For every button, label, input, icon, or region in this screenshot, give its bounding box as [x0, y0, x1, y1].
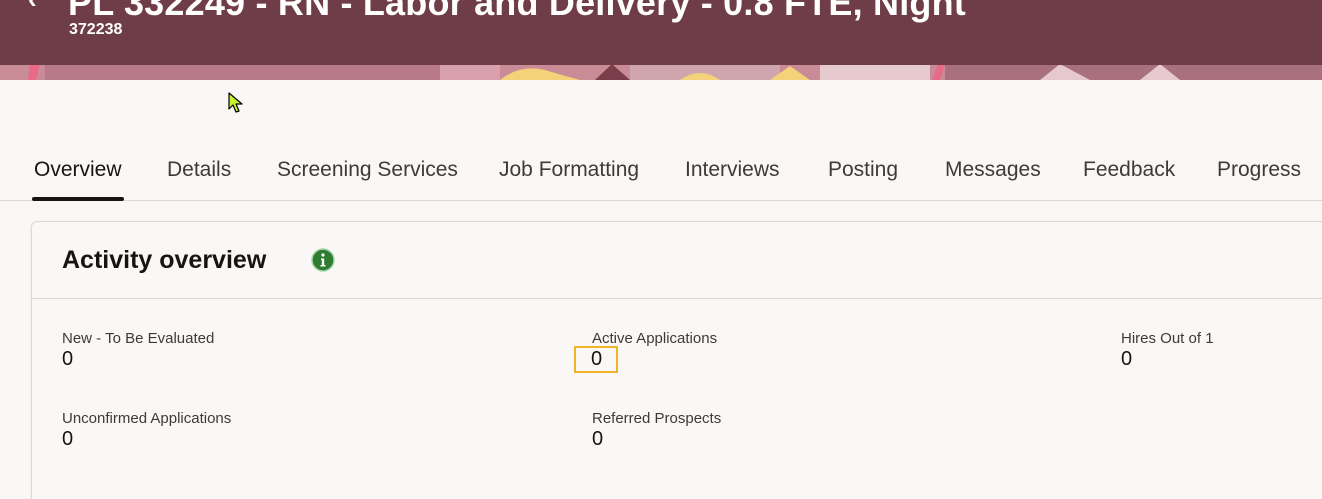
metric-unconfirmed-applications: Unconfirmed Applications 0: [62, 410, 231, 451]
mouse-cursor-icon: [228, 92, 243, 113]
metric-label: Hires Out of 1: [1121, 330, 1214, 347]
metric-hires-out-of: Hires Out of 1 0: [1121, 330, 1214, 371]
tab-details[interactable]: Details: [167, 158, 231, 182]
arrow-left-icon[interactable]: ‹: [28, 0, 37, 15]
tab-progress[interactable]: Progress: [1217, 158, 1301, 182]
tab-job-formatting[interactable]: Job Formatting: [499, 158, 639, 182]
tab-bar: Overview Details Screening Services Job …: [0, 146, 1322, 201]
job-title: PL 332249 - RN - Labor and Delivery - 0.…: [68, 0, 966, 23]
tab-overview[interactable]: Overview: [34, 158, 122, 182]
metric-label: Active Applications: [592, 330, 718, 347]
tab-interviews[interactable]: Interviews: [685, 158, 780, 182]
card-title: Activity overview: [62, 246, 267, 274]
card-header: Activity overview: [32, 222, 1322, 299]
metric-new-to-be-evaluated: New - To Be Evaluated 0: [62, 330, 214, 371]
tab-screening-services[interactable]: Screening Services: [277, 158, 458, 182]
tab-messages[interactable]: Messages: [945, 158, 1041, 182]
metric-label: New - To Be Evaluated: [62, 330, 215, 347]
metric-label: Unconfirmed Applications: [62, 410, 232, 427]
active-tab-indicator: [32, 197, 124, 201]
metric-value[interactable]: 0: [1121, 348, 1214, 371]
metric-referred-prospects: Referred Prospects 0: [592, 410, 721, 451]
tab-feedback[interactable]: Feedback: [1083, 158, 1175, 182]
info-icon[interactable]: [311, 248, 335, 272]
metric-active-applications: Active Applications 0: [573, 330, 718, 373]
metric-value[interactable]: 0: [62, 348, 214, 371]
page-header: ‹ PL 332249 - RN - Labor and Delivery - …: [0, 0, 1322, 80]
metric-value[interactable]: 0: [592, 428, 721, 451]
activity-overview-card: Activity overview New - To Be Evaluated …: [31, 221, 1322, 499]
metric-label: Referred Prospects: [592, 410, 722, 427]
job-id: 372238: [69, 21, 123, 38]
header-decoration: [0, 64, 1322, 80]
metric-value[interactable]: 0: [62, 428, 231, 451]
tab-posting[interactable]: Posting: [828, 158, 898, 182]
metric-value[interactable]: 0: [573, 346, 619, 373]
